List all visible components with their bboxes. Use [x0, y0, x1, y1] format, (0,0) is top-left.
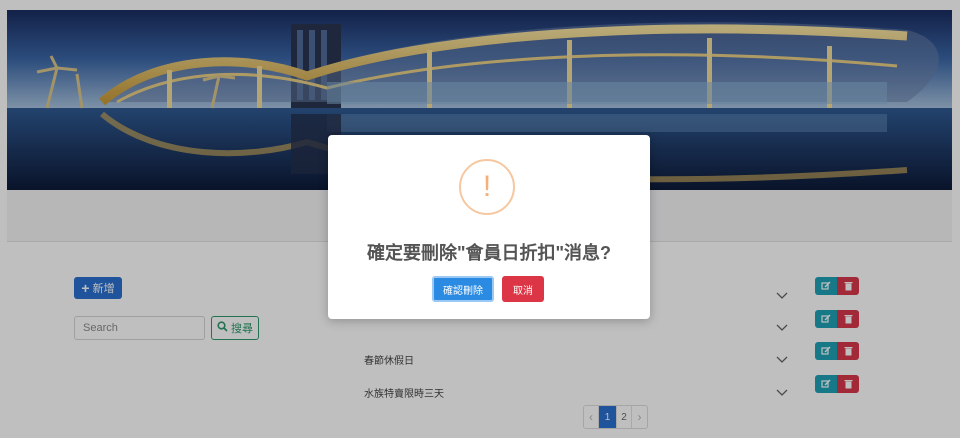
- exclamation-icon: !: [482, 170, 492, 203]
- confirm-delete-button[interactable]: 確認刪除: [432, 276, 494, 302]
- dialog-title: 確定要刪除"會員日折扣"消息?: [366, 243, 612, 263]
- modal-backdrop[interactable]: ! 確定要刪除"會員日折扣"消息? 確認刪除 取消: [0, 0, 960, 438]
- cancel-button[interactable]: 取消: [502, 276, 544, 302]
- confirm-delete-dialog: ! 確定要刪除"會員日折扣"消息? 確認刪除 取消: [328, 135, 650, 319]
- warning-icon: !: [459, 159, 515, 215]
